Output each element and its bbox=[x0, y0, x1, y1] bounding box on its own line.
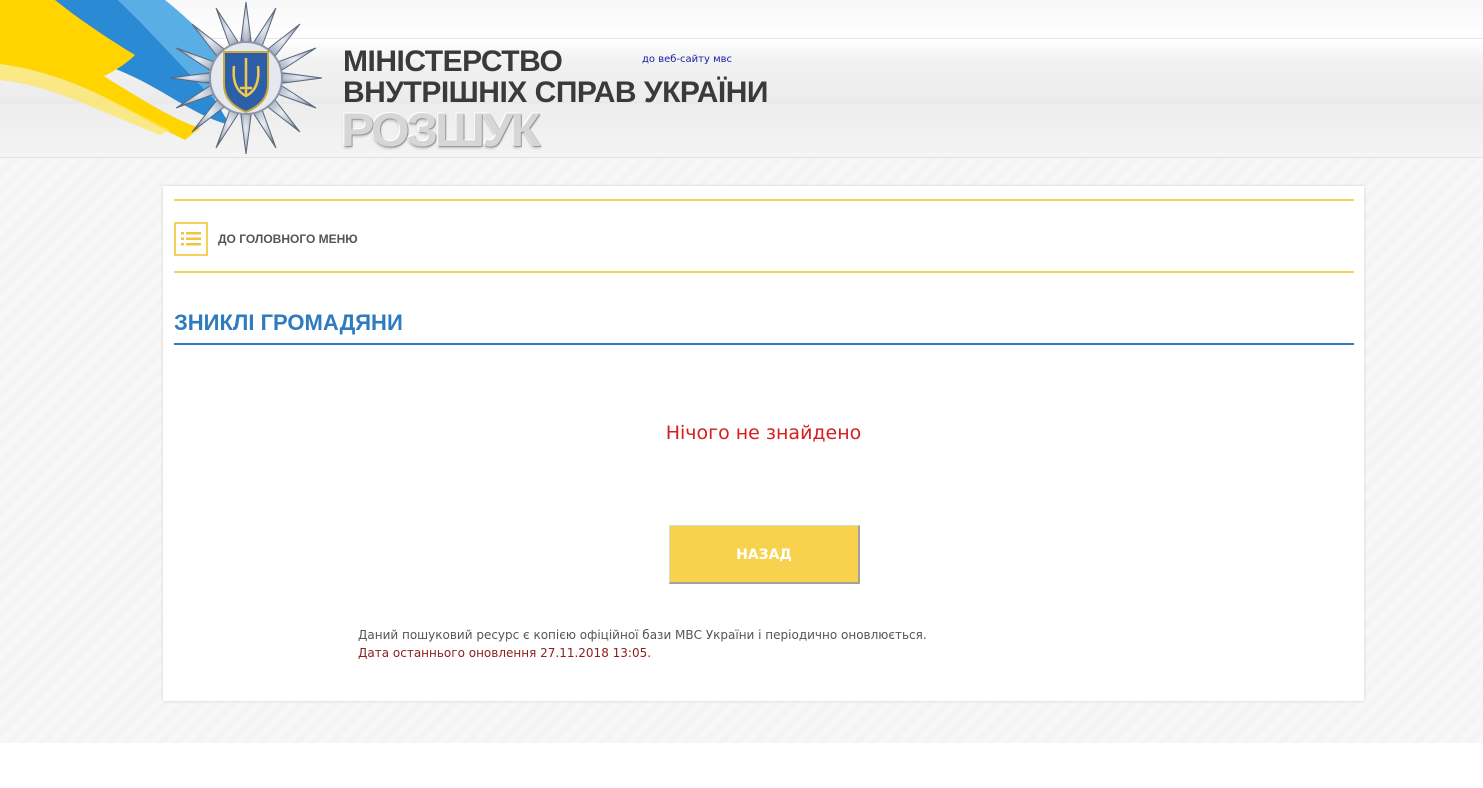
main-menu-label: ДО ГОЛОВНОГО МЕНЮ bbox=[218, 232, 358, 246]
menu-divider-top bbox=[174, 199, 1354, 201]
police-star-emblem bbox=[166, 0, 326, 156]
content-card: ДО ГОЛОВНОГО МЕНЮ ЗНИКЛІ ГРОМАДЯНИ Нічог… bbox=[163, 186, 1364, 701]
mvs-website-link[interactable]: до веб-сайту мвс bbox=[642, 54, 732, 65]
site-header: МІНІСТЕРСТВО ВНУТРІШНІХ СПРАВ УКРАЇНИ РО… bbox=[0, 0, 1483, 158]
section-title: ЗНИКЛІ ГРОМАДЯНИ bbox=[174, 310, 403, 335]
back-button[interactable]: НАЗАД bbox=[669, 525, 860, 584]
ministry-title-line1: МІНІСТЕРСТВО bbox=[343, 45, 563, 78]
main-menu-link[interactable]: ДО ГОЛОВНОГО МЕНЮ bbox=[174, 222, 358, 256]
section-title-underline bbox=[174, 343, 1354, 345]
last-update-date: Дата останнього оновлення 27.11.2018 13:… bbox=[358, 646, 652, 660]
menu-divider-bottom bbox=[174, 271, 1354, 273]
list-icon bbox=[174, 222, 208, 256]
no-results-message: Нічого не знайдено bbox=[665, 422, 862, 444]
database-note: Даний пошуковий ресурс є копією офіційно… bbox=[358, 626, 927, 662]
database-note-description: Даний пошуковий ресурс є копією офіційно… bbox=[358, 628, 927, 642]
search-logo-text: РОЗШУК bbox=[341, 103, 541, 157]
